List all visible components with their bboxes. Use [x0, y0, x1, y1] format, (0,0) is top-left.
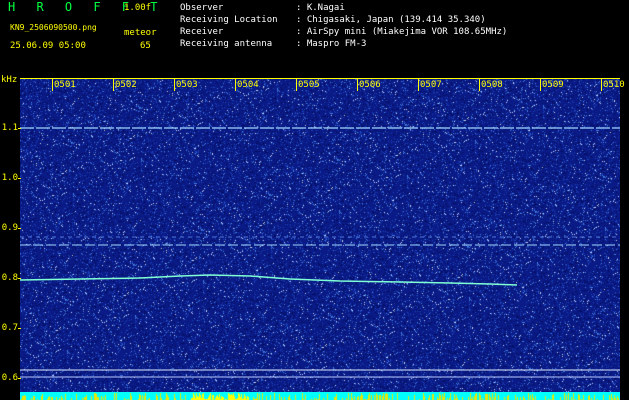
antenna-label: Receiving antenna — [180, 39, 273, 49]
observer-label: Observer — [180, 3, 224, 13]
x-tick-label: 0507 — [420, 80, 442, 90]
antenna-value: : Maspro FM-3 — [296, 39, 367, 49]
receiver-value: : AirSpy mini (Miakejima VOR 108.65MHz) — [296, 27, 508, 37]
receiver-label: Receiver — [180, 27, 224, 37]
meteor-echo-trace — [20, 274, 518, 286]
location-label: Receiving Location — [180, 15, 278, 25]
x-tick-mark — [52, 79, 53, 91]
y-tick-mark — [18, 128, 21, 129]
y-tick-mark — [18, 178, 21, 179]
meteor-count: 65 — [140, 41, 151, 51]
meteor-label: meteor — [124, 28, 157, 38]
x-tick-label: 0503 — [176, 80, 198, 90]
x-tick-label: 0504 — [237, 80, 259, 90]
spectrogram-plot — [20, 78, 620, 400]
x-tick-label: 0506 — [359, 80, 381, 90]
y-tick-label: 1.0 — [1, 173, 18, 183]
observer-value: : K.Nagai — [296, 3, 345, 13]
y-tick-label: 0.8 — [1, 273, 18, 283]
location-value: : Chigasaki, Japan (139.414 35.340) — [296, 15, 486, 25]
y-tick-label: 0.6 — [1, 373, 18, 383]
y-tick-mark — [18, 328, 21, 329]
y-tick-label: 1.1 — [1, 123, 18, 133]
version-label: 1.00f — [124, 3, 152, 13]
spectrogram-overlay — [20, 127, 620, 378]
y-tick-mark — [18, 228, 21, 229]
x-tick-mark — [296, 79, 297, 91]
header-bar: H R O F F T 1.00f KN9_2506090500.png met… — [0, 0, 629, 78]
x-axis-line — [20, 78, 620, 79]
x-tick-label: 0502 — [115, 80, 137, 90]
amplitude-band — [20, 392, 620, 400]
y-tick-label: 0.9 — [1, 223, 18, 233]
filename-label: KN9_2506090500.png — [10, 23, 97, 32]
x-tick-label: 0501 — [54, 80, 76, 90]
y-axis-unit: kHz — [1, 75, 18, 85]
x-tick-mark — [540, 79, 541, 91]
x-tick-mark — [357, 79, 358, 91]
y-tick-mark — [18, 378, 21, 379]
x-tick-label: 0509 — [542, 80, 564, 90]
y-tick-label: 0.7 — [1, 323, 18, 333]
x-tick-mark — [479, 79, 480, 91]
x-tick-label: 0505 — [298, 80, 320, 90]
x-tick-mark — [174, 79, 175, 91]
x-tick-mark — [418, 79, 419, 91]
x-tick-mark — [601, 79, 602, 91]
x-tick-mark — [235, 79, 236, 91]
x-tick-label: 0508 — [481, 80, 503, 90]
x-tick-mark — [113, 79, 114, 91]
datetime-label: 25.06.09 05:00 — [10, 41, 86, 51]
y-tick-mark — [18, 278, 21, 279]
x-tick-label: 0510 — [603, 80, 625, 90]
